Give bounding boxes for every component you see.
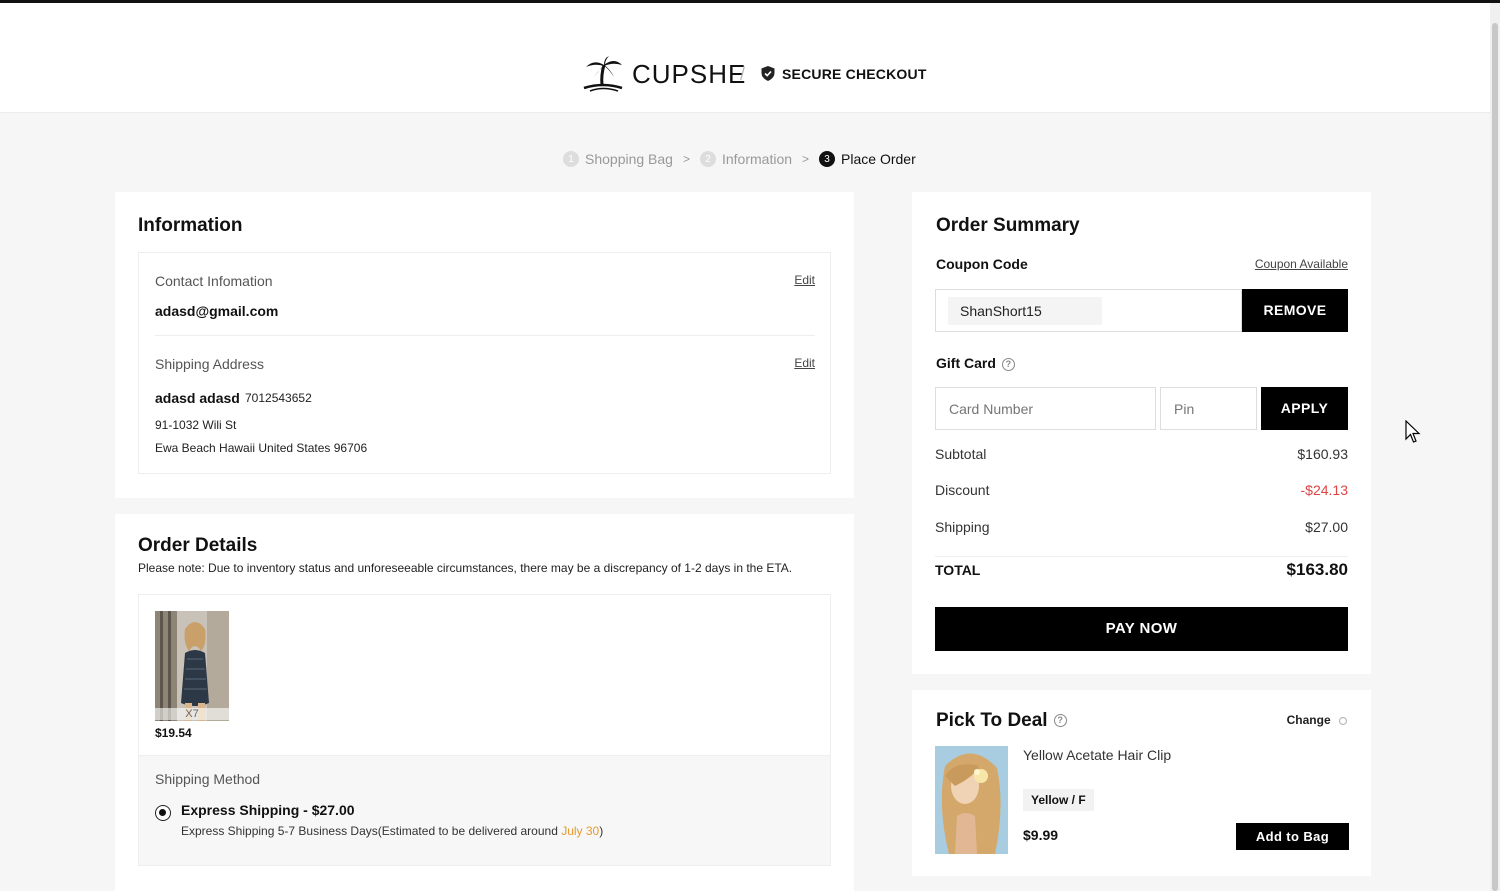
deal-product-thumbnail[interactable] bbox=[935, 746, 1008, 854]
subtotal-label: Subtotal bbox=[935, 446, 987, 462]
edit-contact-link[interactable]: Edit bbox=[794, 273, 815, 287]
step-number: 3 bbox=[819, 151, 836, 167]
total-value: $163.80 bbox=[1286, 560, 1348, 579]
crumb-label: Information bbox=[721, 151, 793, 167]
recipient-phone: 7012543652 bbox=[245, 391, 312, 405]
refresh-icon bbox=[1338, 716, 1348, 725]
header-separator: / bbox=[740, 64, 746, 84]
address-line2: Ewa Beach Hawaii United States 96706 bbox=[155, 441, 368, 455]
step-number: 1 bbox=[563, 151, 579, 167]
shipping-option-name[interactable]: Express Shipping - $27.00 bbox=[181, 802, 355, 818]
breadcrumb: 1 Shopping Bag > 2 Information > 3 Place… bbox=[563, 151, 916, 167]
order-items-box: X7 $19.54 bbox=[138, 594, 831, 756]
crumb-place-order: 3 Place Order bbox=[819, 151, 916, 167]
scrollbar[interactable] bbox=[1490, 3, 1500, 891]
contact-email: adasd@gmail.com bbox=[155, 303, 279, 319]
crumb-label: Place Order bbox=[841, 151, 916, 167]
delivery-date: July 30 bbox=[561, 824, 600, 838]
discount-label: Discount bbox=[935, 482, 990, 498]
subtotal-value: $160.93 bbox=[1297, 446, 1348, 462]
chevron-right-icon: > bbox=[802, 152, 810, 166]
gift-card-heading: Gift Card? bbox=[936, 355, 1015, 371]
address-line1: 91-1032 Wili St bbox=[155, 418, 237, 432]
shipping-desc-close: ) bbox=[599, 824, 604, 838]
applied-coupon: ShanShort15 bbox=[948, 297, 1102, 325]
order-details-card: Order Details Please note: Due to invent… bbox=[115, 514, 854, 891]
add-to-bag-button[interactable]: Add to Bag bbox=[1236, 823, 1349, 850]
brand-logo[interactable]: CUPSHE bbox=[580, 55, 746, 93]
crumb-information[interactable]: 2 Information bbox=[699, 151, 793, 167]
mouse-cursor-icon bbox=[1405, 420, 1421, 443]
shipping-desc-text: Express Shipping 5-7 Business Days(Estim… bbox=[181, 824, 562, 838]
discount-value: -$24.13 bbox=[1300, 482, 1348, 498]
coupon-available-link[interactable]: Coupon Available bbox=[1255, 257, 1348, 271]
express-shipping-radio[interactable] bbox=[155, 805, 171, 821]
secure-checkout-label: SECURE CHECKOUT bbox=[782, 65, 927, 82]
shipping-label: Shipping bbox=[935, 519, 990, 535]
shipping-row: Shipping $27.00 bbox=[935, 519, 1348, 535]
deal-product-name[interactable]: Yellow Acetate Hair Clip bbox=[1023, 747, 1171, 763]
product-photo-image bbox=[155, 611, 229, 721]
order-summary-card: Order Summary Coupon Code Coupon Availab… bbox=[912, 192, 1371, 674]
scrollbar-thumb[interactable] bbox=[1492, 23, 1498, 891]
remove-coupon-button[interactable]: REMOVE bbox=[1242, 289, 1348, 332]
shipping-method-box: Shipping Method Express Shipping - $27.0… bbox=[138, 756, 831, 866]
item-quantity: X7 bbox=[155, 708, 229, 720]
eta-note: Please note: Due to inventory status and… bbox=[138, 561, 793, 575]
shipping-option-desc: Express Shipping 5-7 Business Days(Estim… bbox=[181, 824, 603, 838]
shipping-method-label: Shipping Method bbox=[155, 771, 261, 787]
help-icon[interactable]: ? bbox=[1053, 714, 1067, 728]
apply-gift-card-button[interactable]: APPLY bbox=[1261, 387, 1348, 430]
total-label: TOTAL bbox=[935, 562, 981, 578]
coupon-input[interactable]: ShanShort15 bbox=[935, 289, 1242, 332]
step-number: 2 bbox=[699, 151, 716, 167]
crumb-shopping-bag[interactable]: 1 Shopping Bag bbox=[563, 151, 673, 167]
product-thumbnail[interactable] bbox=[155, 611, 229, 721]
information-box: Contact Infomation Edit adasd@gmail.com … bbox=[138, 252, 831, 474]
secure-checkout-badge: SECURE CHECKOUT bbox=[760, 65, 927, 82]
help-icon[interactable]: ? bbox=[1001, 357, 1015, 371]
shipping-address-label: Shipping Address bbox=[155, 356, 264, 372]
pick-to-deal-title: Pick To Deal bbox=[936, 710, 1048, 731]
pay-now-button[interactable]: PAY NOW bbox=[935, 607, 1348, 651]
recipient-name: adasd adasd bbox=[155, 390, 240, 406]
discount-row: Discount -$24.13 bbox=[935, 482, 1348, 498]
total-row: TOTAL $163.80 bbox=[935, 560, 1348, 580]
brand-name: CUPSHE bbox=[632, 58, 747, 89]
palm-tree-icon bbox=[583, 56, 623, 92]
pick-to-deal-heading: Pick To Deal? bbox=[936, 710, 1067, 732]
card-number-input[interactable] bbox=[935, 387, 1156, 430]
edit-shipping-link[interactable]: Edit bbox=[794, 356, 815, 370]
pin-input[interactable] bbox=[1160, 387, 1257, 430]
shield-check-icon bbox=[761, 66, 775, 81]
change-label: Change bbox=[1286, 713, 1331, 727]
hair-clip-photo-image bbox=[935, 746, 1008, 854]
divider bbox=[155, 335, 815, 336]
deal-variant-select[interactable]: Yellow / F bbox=[1023, 789, 1094, 811]
chevron-right-icon: > bbox=[682, 152, 690, 166]
coupon-code-label: Coupon Code bbox=[936, 256, 1028, 272]
pick-to-deal-card: Pick To Deal? Change Yellow Acetate Hair… bbox=[912, 690, 1371, 876]
divider bbox=[935, 556, 1348, 557]
shipping-value: $27.00 bbox=[1305, 519, 1348, 535]
order-details-title: Order Details bbox=[138, 535, 258, 556]
information-card: Information Contact Infomation Edit adas… bbox=[115, 192, 854, 498]
contact-label: Contact Infomation bbox=[155, 273, 273, 289]
information-title: Information bbox=[138, 215, 243, 236]
change-deal-button[interactable]: Change bbox=[1287, 713, 1348, 727]
crumb-label: Shopping Bag bbox=[585, 151, 673, 167]
subtotal-row: Subtotal $160.93 bbox=[935, 446, 1348, 462]
deal-price: $9.99 bbox=[1023, 827, 1059, 843]
item-price: $19.54 bbox=[155, 726, 192, 740]
order-summary-title: Order Summary bbox=[936, 215, 1080, 236]
gift-card-label: Gift Card bbox=[936, 355, 996, 371]
